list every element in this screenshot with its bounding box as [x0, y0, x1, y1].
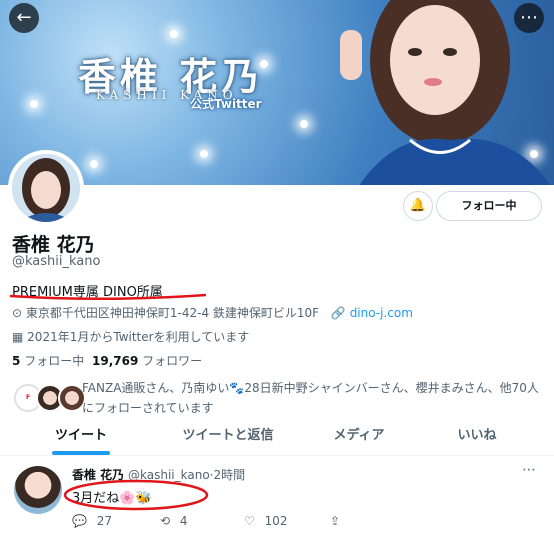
back-button[interactable]: ←: [9, 3, 39, 33]
tab-tweets-and-replies[interactable]: ツイートと返信: [172, 418, 284, 454]
back-arrow-icon: ←: [16, 7, 32, 28]
avatar-image: [12, 154, 80, 222]
more-icon: ⋯: [522, 462, 536, 478]
tweet-more-button[interactable]: ⋯: [522, 462, 536, 478]
profile-avatar[interactable]: [8, 150, 84, 226]
following-count: 5: [12, 354, 21, 368]
following-link[interactable]: 5 フォロー中: [12, 354, 88, 368]
tab-media[interactable]: メディア: [322, 418, 396, 454]
following-button[interactable]: フォロー中: [436, 191, 542, 221]
location-row: ⊙ 東京都千代田区神田神保町1-42-4 鉄建神保町ビル10F 🔗 dino-j…: [12, 304, 413, 321]
website-link[interactable]: dino-j.com: [350, 306, 413, 320]
divider: [0, 455, 554, 456]
profile-handle: @kashii_kano: [12, 254, 101, 269]
notification-button[interactable]: 🔔: [403, 191, 433, 221]
reply-action[interactable]: 💬 27: [72, 514, 112, 528]
followers-label: フォロワー: [142, 354, 203, 368]
tab-tweets[interactable]: ツイート: [40, 418, 122, 454]
retweet-icon: ⟲: [160, 514, 171, 528]
profile-name: 香椎 花乃: [12, 234, 95, 256]
like-icon: ♡: [244, 514, 255, 528]
following-label: フォロー中: [24, 354, 85, 368]
followers-count: 19,769: [92, 354, 139, 368]
notification-bell-icon: 🔔: [409, 198, 427, 213]
link-icon: 🔗: [330, 306, 346, 320]
tab-likes[interactable]: いいね: [444, 418, 510, 454]
retweet-action[interactable]: ⟲ 4: [160, 514, 188, 528]
tweet-avatar[interactable]: [14, 466, 62, 514]
retweet-count: 4: [179, 514, 188, 528]
banner-tag: 公式Twitter: [190, 97, 262, 111]
bio-underline-annotation: [9, 293, 207, 301]
followed-by-text[interactable]: FANZA通販さん、乃南ゆい🐾28日新中野シャインバーさん、櫻井まみさん、他70…: [82, 378, 542, 418]
tweet-circle-annotation: [63, 479, 209, 511]
more-icon: ⋯: [520, 7, 538, 28]
joined-row: ▦ 2021年1月からTwitterを利用しています: [12, 328, 249, 345]
reply-icon: 💬: [72, 514, 87, 528]
joined-text: 2021年1月からTwitterを利用しています: [27, 330, 250, 344]
share-action[interactable]: ⇪: [330, 514, 340, 528]
location-text: 東京都千代田区神田神保町1-42-4 鉄建神保町ビル10F: [25, 306, 320, 320]
like-count: 102: [264, 514, 288, 528]
tweet-time[interactable]: 2時間: [214, 468, 246, 482]
like-action[interactable]: ♡ 102: [244, 514, 288, 528]
profile-banner[interactable]: 香椎 花乃 KASHII KANO 公式Twitter ← ⋯: [0, 0, 554, 185]
share-icon: ⇪: [330, 514, 341, 528]
follow-stats: 5 フォロー中 19,769 フォロワー: [12, 352, 202, 369]
location-icon: ⊙: [12, 306, 23, 320]
calendar-icon: ▦: [12, 330, 24, 344]
reply-count: 27: [96, 514, 113, 528]
followers-link[interactable]: 19,769 フォロワー: [92, 354, 202, 368]
more-options-button[interactable]: ⋯: [514, 3, 544, 33]
